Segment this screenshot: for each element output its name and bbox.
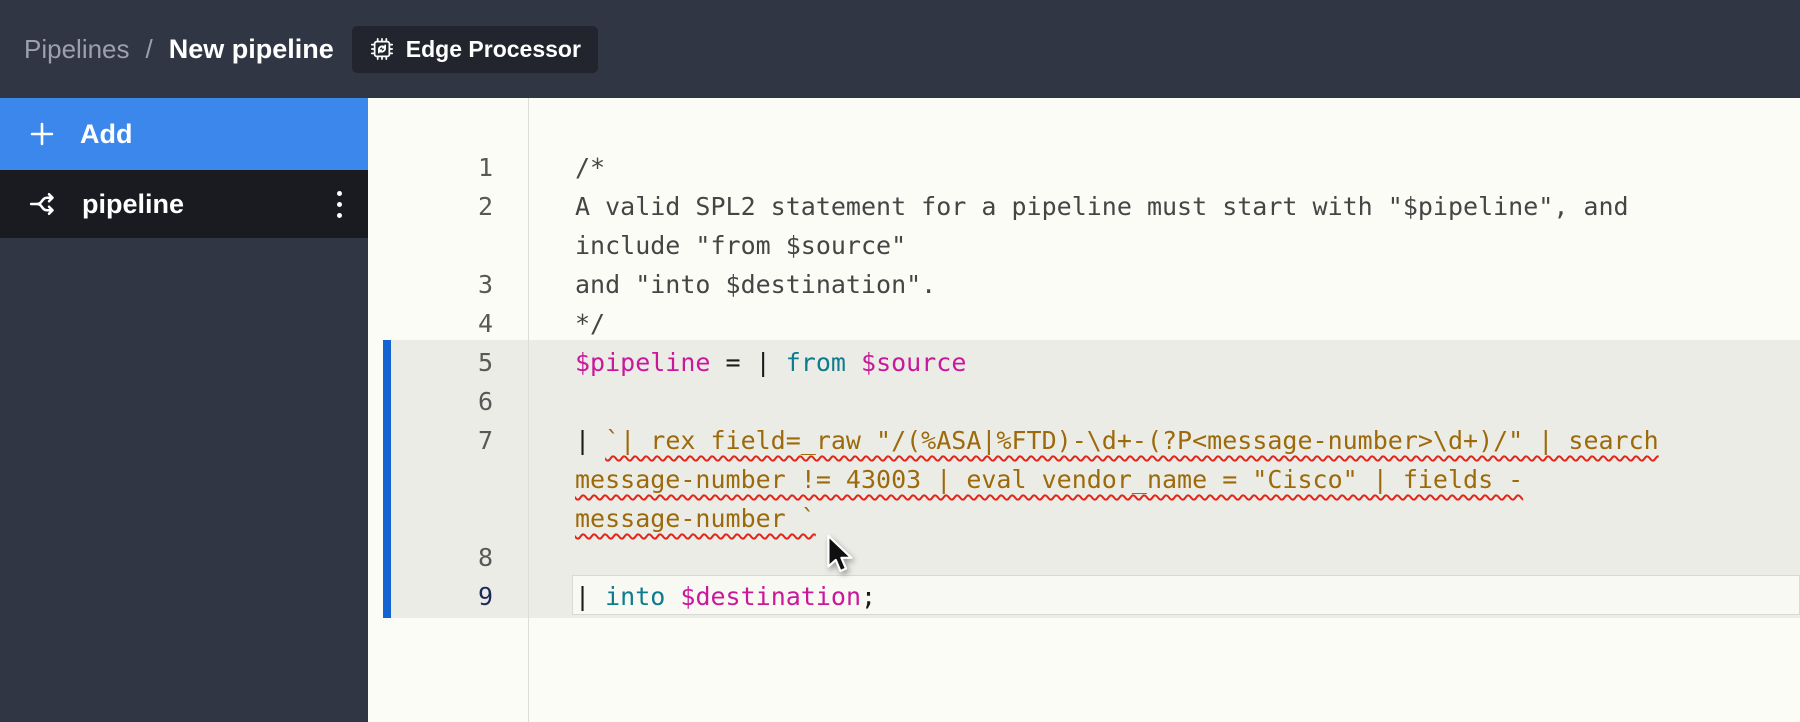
code-text: | into $destination; [528, 577, 876, 616]
code-line[interactable]: message-number ` [368, 499, 1800, 538]
breadcrumb-separator: / [146, 34, 153, 65]
breadcrumb: Pipelines / New pipeline [24, 34, 334, 65]
breadcrumb-current page-title: New pipeline [169, 34, 334, 65]
sidebar-item-pipeline-label: pipeline [82, 189, 184, 220]
line-number: 5 [368, 343, 528, 382]
code-text: and "into $destination". [528, 265, 936, 304]
code-text: include "from $source" [528, 226, 906, 265]
code-line[interactable]: message-number != 43003 | eval vendor_na… [368, 460, 1800, 499]
code-rows: 1/*2A valid SPL2 statement for a pipelin… [368, 148, 1800, 616]
line-number [368, 460, 528, 499]
line-number: 7 [368, 421, 528, 460]
code-line[interactable]: 7| `| rex field=_raw "/(%ASA|%FTD)-\d+-(… [368, 421, 1800, 460]
code-text: A valid SPL2 statement for a pipeline mu… [528, 187, 1629, 226]
code-text: message-number != 43003 | eval vendor_na… [528, 460, 1523, 499]
sidebar-item-pipeline[interactable]: pipeline [0, 170, 368, 238]
branch-icon [28, 189, 58, 219]
code-line[interactable]: 5$pipeline = | from $source [368, 343, 1800, 382]
code-line[interactable]: 8 [368, 538, 1800, 577]
code-text [528, 382, 575, 421]
code-text: | `| rex field=_raw "/(%ASA|%FTD)-\d+-(?… [528, 421, 1659, 460]
sidebar-item-add-label: Add [80, 119, 132, 150]
line-number: 4 [368, 304, 528, 343]
code-text: */ [528, 304, 605, 343]
line-number [368, 499, 528, 538]
code-text: $pipeline = | from $source [528, 343, 966, 382]
edge-processor-badge: Edge Processor [352, 26, 598, 73]
kebab-icon[interactable] [327, 183, 352, 226]
line-number: 2 [368, 187, 528, 226]
line-number: 1 [368, 148, 528, 187]
sidebar-item-add[interactable]: Add [0, 98, 368, 170]
line-number [368, 226, 528, 265]
code-line[interactable]: include "from $source" [368, 226, 1800, 265]
line-number: 3 [368, 265, 528, 304]
code-line[interactable]: 2A valid SPL2 statement for a pipeline m… [368, 187, 1800, 226]
line-number: 8 [368, 538, 528, 577]
line-number: 6 [368, 382, 528, 421]
code-line[interactable]: 1/* [368, 148, 1800, 187]
chip-icon [369, 36, 395, 62]
code-line[interactable]: 4*/ [368, 304, 1800, 343]
sidebar: Add pipeline [0, 98, 368, 722]
line-number: 9 [368, 577, 528, 616]
mouse-pointer-icon [826, 534, 854, 574]
plus-icon [28, 120, 56, 148]
edge-processor-badge-label: Edge Processor [406, 36, 581, 63]
code-line[interactable]: 3and "into $destination". [368, 265, 1800, 304]
code-editor[interactable]: 1/*2A valid SPL2 statement for a pipelin… [368, 98, 1800, 722]
code-text: /* [528, 148, 605, 187]
top-bar: Pipelines / New pipeline Edge Processor [0, 0, 1800, 98]
code-text [528, 538, 575, 577]
code-line[interactable]: 6 [368, 382, 1800, 421]
breadcrumb-pipelines[interactable]: Pipelines [24, 34, 130, 65]
code-line[interactable]: 9| into $destination; [368, 577, 1800, 616]
code-text: message-number ` [528, 499, 816, 538]
